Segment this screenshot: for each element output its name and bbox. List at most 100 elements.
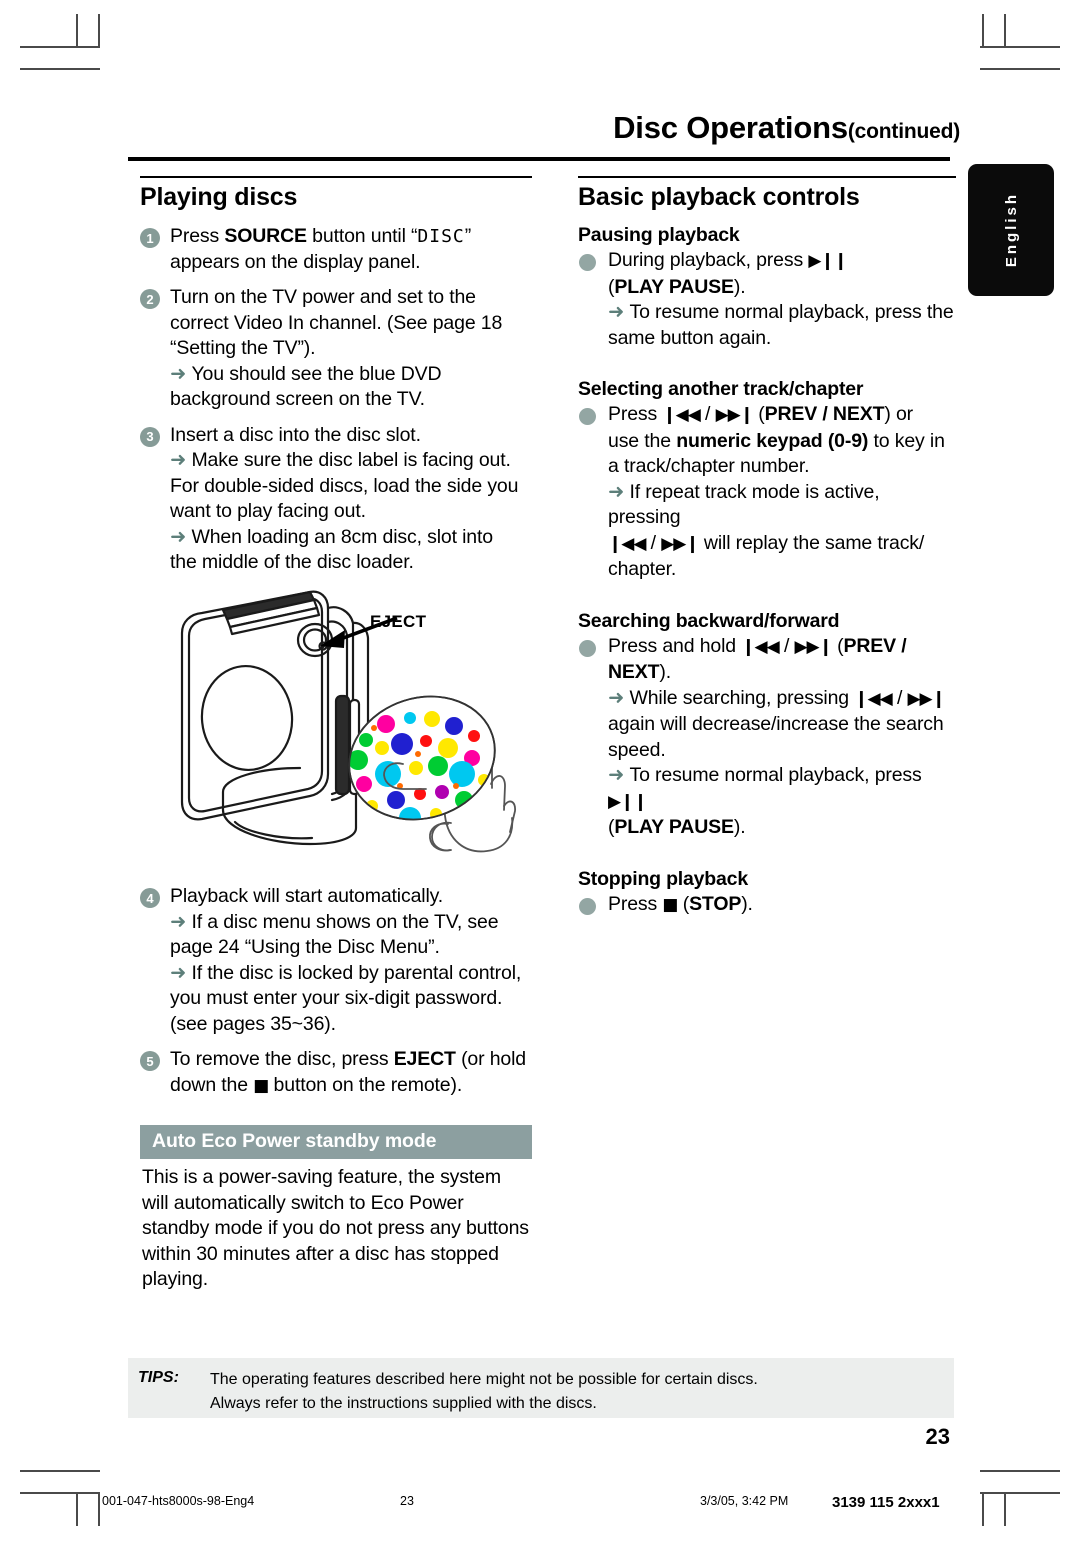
- crop-mark: [98, 1492, 100, 1526]
- step-text: To remove the disc, press EJECT (or hold…: [170, 1047, 532, 1099]
- control-glyph-icon: ❙◀◀: [608, 533, 646, 554]
- body-text: While searching, pressing: [629, 686, 855, 709]
- text-line: appears on the display panel.: [170, 250, 532, 276]
- text-line: speed.: [608, 738, 956, 764]
- numbered-step: 1 Press SOURCE button until “DISC” appears…: [140, 224, 532, 275]
- body-text: chapter.: [608, 558, 677, 580]
- bullet-text: Press ❙◀◀ / ▶▶❙ (PREV / NEXT) or use the …: [608, 402, 956, 583]
- body-text: button until “: [306, 225, 418, 247]
- control-glyph-icon: ▶❙❙: [808, 251, 848, 271]
- text-line: Playback will start automatically.: [170, 884, 532, 910]
- body-text: “Setting the TV”).: [170, 337, 316, 359]
- bullet-dot-icon: [579, 254, 596, 271]
- step-text: Playback will start automatically. ➜ If a…: [170, 884, 532, 1037]
- crop-mark: [20, 1470, 100, 1472]
- page-title-suffix: (continued): [847, 120, 960, 143]
- body-text: again will decrease/increase the search: [608, 713, 944, 735]
- body-text: Turn on the TV power and set to the: [170, 286, 476, 308]
- text-line: want to play facing out.: [170, 499, 532, 525]
- footer-code: 3139 115 2xxx1: [832, 1494, 940, 1511]
- text-line: Press ❙◀◀ / ▶▶❙ (PREV / NEXT) or: [608, 402, 956, 429]
- emphasis-text: numeric keypad (0-9): [676, 429, 869, 452]
- eco-box-body: This is a power-saving feature, the syst…: [142, 1166, 529, 1290]
- body-text: Press: [170, 225, 225, 247]
- arrow-bullet-icon: ➜: [170, 525, 192, 548]
- crop-mark: [982, 1492, 984, 1526]
- tips-line-1: The operating features described here mi…: [210, 1371, 758, 1388]
- arrow-bullet-icon: ➜: [608, 686, 630, 709]
- step-number-badge: 5: [140, 1051, 160, 1071]
- text-line: ❙◀◀ / ▶▶❙ will replay the same track/: [608, 531, 956, 558]
- text-line: ➜ While searching, pressing ❙◀◀ / ▶▶❙: [608, 686, 956, 713]
- body-text: Press and hold: [608, 634, 742, 657]
- crop-mark: [20, 68, 100, 70]
- text-line: the middle of the disc loader.: [170, 550, 532, 576]
- text-line: ➜ Make sure the disc label is facing out…: [170, 448, 532, 474]
- text-line: “Setting the TV”).: [170, 336, 532, 362]
- body-text: /: [699, 403, 716, 425]
- body-text: speed.: [608, 738, 666, 761]
- step-text: Turn on the TV power and set to the corre…: [170, 285, 532, 413]
- crop-mark: [982, 14, 984, 48]
- text-line: down the ■ button on the remote).: [170, 1073, 532, 1100]
- body-text: Playback will start automatically.: [170, 885, 444, 907]
- subsection-heading: Selecting another track/chapter: [578, 378, 864, 400]
- step-text: Press SOURCE button until “DISC” appears …: [170, 224, 532, 275]
- body-text: To resume normal playback, press: [629, 764, 922, 786]
- body-text: want to play facing out.: [170, 500, 366, 522]
- emphasis-text: PLAY PAUSE: [614, 816, 734, 838]
- body-text: To remove the disc, press: [170, 1048, 394, 1070]
- text-line: ➜ If the disc is locked by parental cont…: [170, 961, 532, 987]
- arrow-bullet-icon: ➜: [170, 449, 192, 471]
- body-text: ).: [741, 892, 753, 915]
- crop-mark: [980, 1470, 1060, 1472]
- body-text: (or hold: [455, 1048, 526, 1070]
- crop-mark: [76, 14, 78, 48]
- section-divider: [140, 176, 532, 178]
- bullet-dot-icon: [579, 897, 596, 915]
- tips-line-2: Always refer to the instructions supplie…: [210, 1395, 597, 1412]
- crop-mark: [980, 1492, 1060, 1494]
- body-text: /: [891, 686, 908, 709]
- body-text: /: [778, 634, 795, 657]
- text-line: background screen on the TV.: [170, 387, 532, 413]
- footer-filename: 001-047-hts8000s-98-Eng4: [102, 1494, 255, 1508]
- crop-mark: [980, 46, 1060, 48]
- eject-callout-label: EJECT: [370, 612, 427, 631]
- bullet-text: Press and hold ❙◀◀ / ▶▶❙ (PREV / NEXT). ➜ …: [608, 634, 956, 841]
- body-text: Press: [608, 403, 663, 425]
- body-text: You should see the blue DVD: [191, 362, 442, 385]
- body-text: If repeat track mode is active, pressing: [608, 480, 880, 529]
- eco-box-heading: Auto Eco Power standby mode: [140, 1125, 532, 1159]
- body-text: background screen on the TV.: [170, 388, 425, 410]
- control-glyph-icon: ❙◀◀: [741, 636, 779, 657]
- text-line: use the numeric keypad (0-9) to key in: [608, 429, 956, 455]
- crop-mark: [980, 68, 1060, 70]
- subsection-heading: Searching backward/forward: [578, 609, 840, 632]
- arrow-bullet-icon: ➜: [170, 362, 192, 385]
- arrow-bullet-icon: ➜: [170, 961, 192, 984]
- eco-power-box: Auto Eco Power standby mode This is a po…: [140, 1125, 532, 1293]
- right-column: Basic playback controls Pausing playback…: [578, 176, 956, 928]
- emphasis-text: PLAY PAUSE: [614, 275, 734, 298]
- body-text: same button again.: [608, 326, 772, 349]
- crop-mark: [1004, 14, 1006, 48]
- body-text: page 24 “Using the Disc Menu”.: [170, 936, 440, 958]
- control-glyph-icon: ▶▶❙: [794, 636, 832, 657]
- text-line: Press ■ (STOP).: [608, 892, 956, 919]
- body-text: Press: [608, 892, 663, 915]
- bullet-item: Press ■ (STOP).: [578, 892, 956, 919]
- text-line: (see pages 35~36).: [170, 1012, 532, 1038]
- arrow-bullet-icon: ➜: [608, 301, 630, 323]
- text-line: chapter.: [608, 557, 956, 583]
- bullet-dot-icon: [579, 639, 596, 657]
- emphasis-text: PREV /: [843, 634, 907, 657]
- emphasis-text: SOURCE: [224, 225, 307, 247]
- body-text: When loading an 8cm disc, slot into: [191, 525, 493, 548]
- body-text: ).: [733, 816, 746, 838]
- text-line: (PLAY PAUSE).: [608, 275, 956, 301]
- body-text: ) or: [884, 403, 913, 425]
- text-line: a track/chapter number.: [608, 454, 956, 480]
- left-column: Playing discs 1 Press SOURCE button until…: [140, 176, 532, 586]
- body-text: During playback, press: [608, 249, 809, 271]
